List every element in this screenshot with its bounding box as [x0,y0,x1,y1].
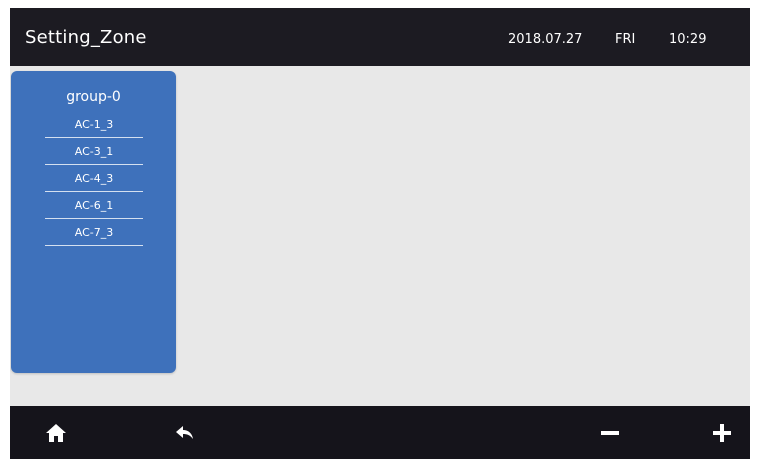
home-icon [46,424,66,442]
group-item-ac-4-3[interactable]: AC-4_3 [45,165,143,192]
group-item-ac-6-1[interactable]: AC-6_1 [45,192,143,219]
plus-icon [713,424,731,442]
back-arrow-icon [176,426,193,439]
date-display: 2018.07.27 [508,32,583,47]
increase-button[interactable] [706,417,738,449]
decrease-button[interactable] [594,417,626,449]
group-item-ac-1-3[interactable]: AC-1_3 [45,111,143,138]
group-title: group-0 [66,89,121,105]
group-item-list: AC-1_3 AC-3_1 AC-4_3 AC-6_1 AC-7_3 [45,111,143,246]
page-title: Setting_Zone [25,27,147,48]
back-button[interactable] [169,417,201,449]
home-button[interactable] [40,417,72,449]
time-display: 10:29 [669,32,707,47]
group-item-ac-3-1[interactable]: AC-3_1 [45,138,143,165]
minus-icon [601,431,619,435]
group-panel: group-0 AC-1_3 AC-3_1 AC-4_3 AC-6_1 AC-7… [11,71,176,373]
group-item-ac-7-3[interactable]: AC-7_3 [45,219,143,246]
weekday-display: FRI [615,32,636,47]
top-bar: Setting_Zone 2018.07.27 FRI 10:29 [10,8,750,66]
device-screen: Setting_Zone 2018.07.27 FRI 10:29 group-… [10,8,750,459]
bottom-toolbar [10,406,750,459]
